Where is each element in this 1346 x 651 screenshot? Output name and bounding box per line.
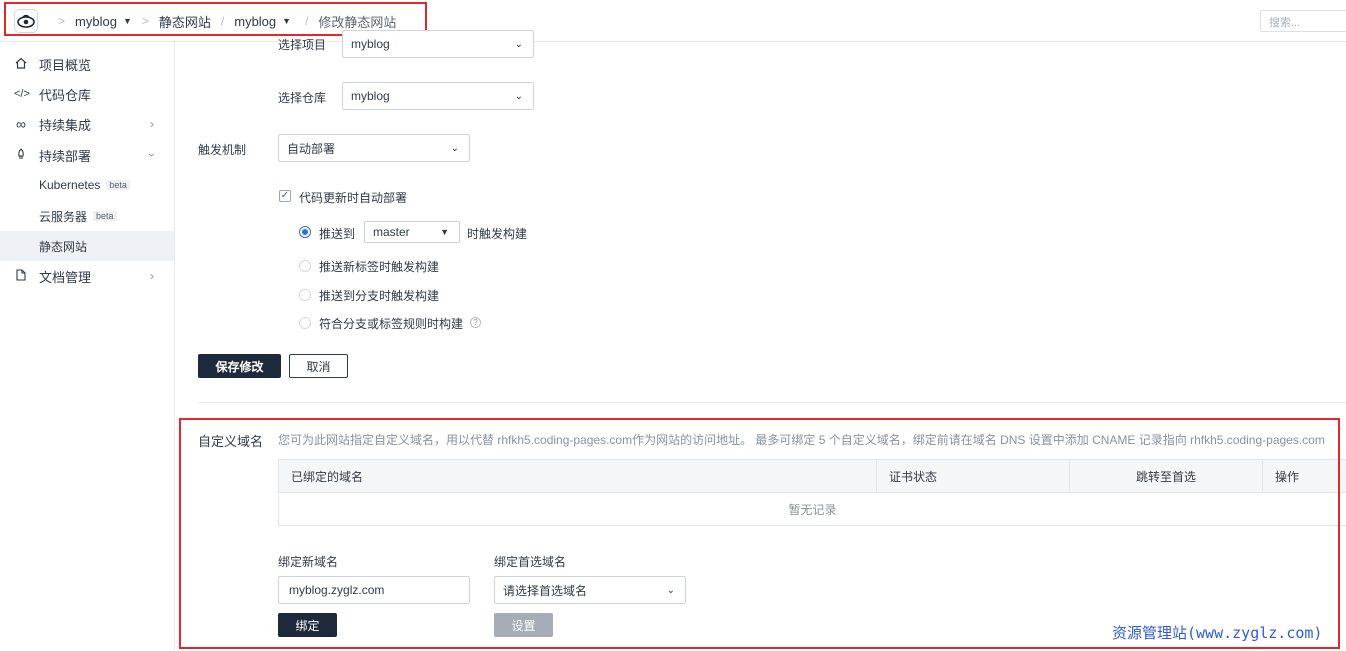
crumb-edit-site: 修改静态网站 [318, 14, 397, 30]
caret-down-icon[interactable]: ▼ [123, 16, 132, 26]
bind-button[interactable]: 绑定 [278, 613, 337, 637]
sidebar-item-label: 静态网站 [39, 239, 88, 254]
custom-domain-description: 您可为此网站指定自定义域名，用以代替 rhfkh5.coding-pages.c… [278, 433, 1325, 447]
chevron-down-icon: ⌄ [666, 584, 675, 596]
column-header: 跳转至首选 [1069, 459, 1263, 493]
infinity-icon: ∞ [16, 116, 26, 132]
sidebar-item-label: 云服务器 [39, 209, 88, 224]
document-icon [14, 268, 28, 284]
rocket-icon [14, 147, 28, 163]
breadcrumb-separator: > [141, 14, 149, 28]
trigger-select-value: 自动部署 [287, 141, 336, 156]
push-to-label: 推送到 [319, 227, 356, 241]
crumb-static-site[interactable]: 静态网站 [159, 12, 211, 31]
trigger-label: 触发机制 [198, 143, 247, 157]
table-row: 暂无记录 [278, 492, 1346, 526]
search-input[interactable]: 搜索... [1260, 10, 1346, 32]
sidebar-item-label: 文档管理 [39, 269, 92, 285]
sidebar-item-label: 持续部署 [39, 148, 92, 164]
sidebar: 项目概览 </> 代码仓库 ∞ 持续集成 › 持续部署 › Kubernetes… [0, 42, 175, 651]
watermark-text: 资源管理站(www.zyglz.com) [1112, 624, 1323, 642]
sidebar-item-kubernetes[interactable]: Kubernetes beta [0, 170, 174, 200]
repo-select-value: myblog [351, 89, 390, 103]
push-branch-radio[interactable] [299, 226, 311, 238]
crumb-site[interactable]: myblog [234, 14, 276, 29]
bind-new-label: 绑定新域名 [278, 555, 339, 569]
highlight-box-domain [179, 418, 1340, 649]
branch-select[interactable]: master ▼ [364, 221, 460, 243]
column-header: 证书状态 [876, 459, 1070, 493]
auto-deploy-label: 代码更新时自动部署 [299, 191, 408, 205]
chevron-down-icon: ⌄ [514, 90, 523, 102]
table-header-row: 已绑定的域名 证书状态 跳转至首选 操作 [278, 459, 1346, 493]
caret-down-icon: ▼ [440, 227, 449, 237]
sidebar-item-label: 项目概览 [39, 57, 92, 73]
push-any-branch-radio[interactable] [299, 289, 311, 301]
section-divider [198, 402, 1346, 403]
sidebar-item-label: Kubernetes [39, 178, 101, 192]
top-bar: > myblog ▼ > 静态网站 / myblog ▼ / 修改静态网站 搜索… [0, 0, 1346, 42]
project-select[interactable]: myblog ⌄ [342, 30, 534, 58]
column-header: 已绑定的域名 [278, 459, 877, 493]
push-tag-label: 推送新标签时触发构建 [319, 260, 440, 274]
custom-domain-label: 自定义域名 [198, 434, 264, 449]
chevron-down-icon: › [145, 153, 159, 157]
cancel-button[interactable]: 取消 [289, 354, 348, 378]
sidebar-item-cd[interactable]: 持续部署 › [0, 140, 174, 170]
coding-logo-icon[interactable] [14, 9, 38, 33]
new-domain-input[interactable]: myblog.zyglz.com [278, 576, 470, 604]
sidebar-item-label: 代码仓库 [39, 87, 92, 103]
chevron-right-icon: › [150, 117, 154, 131]
breadcrumb-separator: > [58, 14, 66, 28]
chevron-down-icon: ⌄ [450, 142, 459, 154]
save-button[interactable]: 保存修改 [198, 354, 281, 378]
breadcrumb: > myblog ▼ > 静态网站 / myblog ▼ / 修改静态网站 [48, 12, 396, 30]
sidebar-item-overview[interactable]: 项目概览 [0, 49, 174, 79]
project-label: 选择项目 [278, 38, 327, 52]
crumb-project[interactable]: myblog [75, 14, 117, 29]
sidebar-item-ci[interactable]: ∞ 持续集成 › [0, 109, 174, 139]
sidebar-item-cloud-server[interactable]: 云服务器 beta [0, 201, 174, 231]
caret-down-icon[interactable]: ▼ [282, 16, 291, 26]
bound-domains-table: 已绑定的域名 证书状态 跳转至首选 操作 暂无记录 [278, 459, 1346, 526]
sidebar-item-label: 持续集成 [39, 117, 92, 133]
branch-select-value: master [373, 225, 410, 239]
push-tag-radio[interactable] [299, 260, 311, 272]
rule-match-label: 符合分支或标签规则时构建 [319, 317, 464, 331]
set-button[interactable]: 设置 [494, 613, 553, 637]
push-any-branch-label: 推送到分支时触发构建 [319, 289, 440, 303]
push-suffix-label: 时触发构建 [467, 227, 528, 241]
empty-state-text: 暂无记录 [278, 492, 1346, 526]
code-icon: </> [14, 88, 30, 100]
rule-match-radio[interactable] [299, 317, 311, 329]
repo-label: 选择仓库 [278, 91, 327, 105]
beta-badge: beta [93, 211, 117, 221]
sidebar-item-docs[interactable]: 文档管理 › [0, 261, 174, 291]
breadcrumb-separator: / [220, 14, 225, 28]
sidebar-item-code[interactable]: </> 代码仓库 [0, 79, 174, 109]
preferred-domain-label: 绑定首选域名 [494, 555, 567, 569]
help-icon[interactable]: ? [470, 317, 481, 328]
home-icon [14, 57, 28, 72]
preferred-domain-select[interactable]: 请选择首选域名 ⌄ [494, 576, 686, 604]
chevron-down-icon: ⌄ [514, 38, 523, 50]
trigger-select[interactable]: 自动部署 ⌄ [278, 134, 470, 162]
breadcrumb-separator: / [305, 14, 309, 28]
preferred-domain-placeholder: 请选择首选域名 [503, 583, 588, 598]
beta-badge: beta [106, 180, 130, 190]
project-select-value: myblog [351, 37, 390, 51]
repo-select[interactable]: myblog ⌄ [342, 82, 534, 110]
chevron-right-icon: › [150, 269, 154, 283]
sidebar-item-static-site[interactable]: 静态网站 [0, 231, 174, 261]
column-header: 操作 [1262, 459, 1346, 493]
auto-deploy-checkbox[interactable]: ✓ [279, 190, 291, 202]
